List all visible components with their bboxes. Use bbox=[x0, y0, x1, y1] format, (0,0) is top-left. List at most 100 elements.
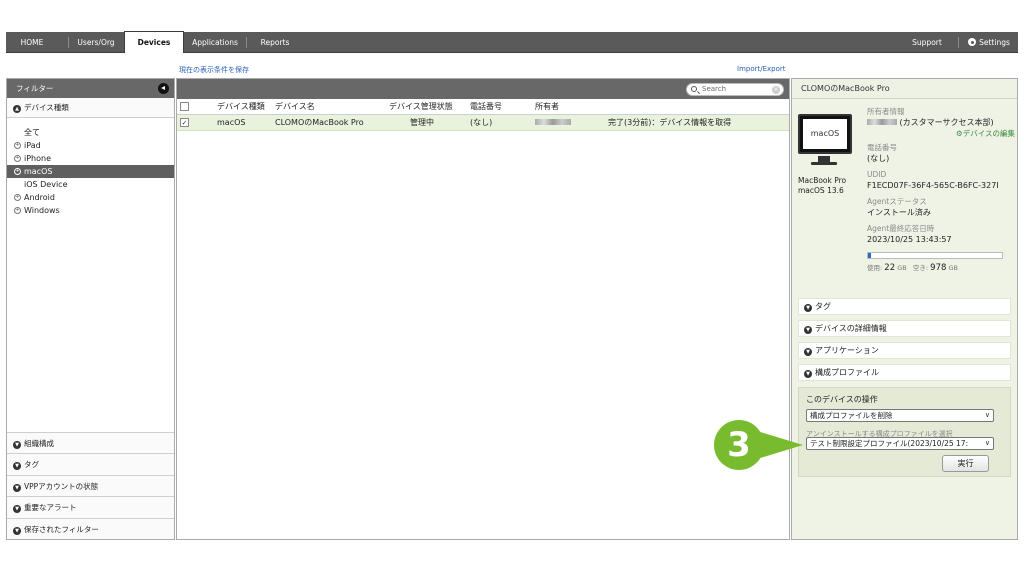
section-label: 保存されたフィルター bbox=[24, 524, 99, 534]
top-nav: HOME Users/Org Devices Applications Repo… bbox=[6, 31, 1018, 53]
chevron-up-icon: ▲ bbox=[13, 105, 21, 113]
gear-icon bbox=[968, 38, 977, 46]
device-type-label: Android bbox=[24, 193, 55, 202]
accordion-config-profiles[interactable]: ▼ 構成プロファイル bbox=[798, 364, 1011, 381]
section-saved-filters[interactable]: ▼ 保存されたフィルター bbox=[7, 517, 174, 539]
nav-settings[interactable]: Settings bbox=[964, 32, 1014, 53]
monitor-icon: macOS bbox=[798, 114, 852, 154]
accordion-device-details[interactable]: ▼ デバイスの詳細情報 bbox=[798, 320, 1011, 337]
section-label: 重要なアラート bbox=[24, 503, 77, 512]
device-type-label: Windows bbox=[24, 206, 60, 215]
edit-device-link[interactable]: ⚙デバイスの編集 bbox=[867, 128, 1015, 140]
chevron-down-icon: ∨ bbox=[984, 439, 990, 447]
action-select-value: 構成プロファイルを削除 bbox=[810, 411, 893, 420]
used-value: 22 bbox=[884, 263, 896, 273]
section-vpp[interactable]: ▼ VPPアカウントの状態 bbox=[7, 474, 174, 496]
column-owner[interactable]: 所有者 bbox=[535, 99, 559, 115]
device-operations: このデバイスの操作 構成プロファイルを削除 ∨ アンインストールする構成プロファイ… bbox=[798, 387, 1011, 477]
profile-select[interactable]: テスト制限設定プロファイル(2023/10/25 17: ∨ bbox=[806, 437, 994, 450]
section-org[interactable]: ▼ 組織構成 bbox=[7, 431, 174, 453]
storage-usage: 使用: 22 GB 空き: 978 GB bbox=[867, 262, 1015, 273]
list-toolbar: Search × bbox=[177, 79, 789, 99]
nav-devices[interactable]: Devices bbox=[124, 31, 184, 53]
chevron-down-icon: ▼ bbox=[804, 348, 812, 356]
accordion-label: 構成プロファイル bbox=[815, 368, 879, 377]
expand-icon: + bbox=[14, 142, 21, 149]
accordion-tags[interactable]: ▼ タグ bbox=[798, 298, 1011, 315]
nav-separator bbox=[246, 37, 247, 48]
owner-dept: (カスタマーサクセス本部) bbox=[899, 118, 994, 127]
expand-icon: + bbox=[14, 155, 21, 162]
table-row[interactable]: ✓ macOS CLOMOのMacBook Pro 管理中 (なし) 完了(3分… bbox=[177, 115, 789, 131]
execute-button[interactable]: 実行 bbox=[942, 455, 989, 472]
free-value: 978 bbox=[930, 263, 947, 273]
column-phone[interactable]: 電話番号 bbox=[470, 99, 502, 115]
os-version: macOS 13.6 bbox=[798, 186, 844, 195]
edit-device-label: デバイスの編集 bbox=[962, 129, 1015, 138]
nav-applications[interactable]: Applications bbox=[186, 32, 244, 53]
collapse-panel-icon[interactable] bbox=[158, 83, 169, 94]
device-type-tree: 全て + iPad + iPhone + macOS iOS Device + Andr… bbox=[7, 118, 174, 217]
clear-search-icon[interactable]: × bbox=[772, 86, 780, 94]
row-checkbox[interactable]: ✓ bbox=[180, 118, 189, 127]
search-input[interactable]: Search × bbox=[686, 83, 784, 96]
device-type-ipad[interactable]: + iPad bbox=[7, 139, 174, 152]
cell-device-type: macOS bbox=[217, 118, 246, 127]
used-label: 使用: bbox=[867, 264, 883, 272]
chevron-down-icon: ▼ bbox=[13, 505, 21, 513]
chevron-down-icon: ▼ bbox=[13, 440, 21, 449]
chevron-down-icon: ▼ bbox=[804, 326, 812, 334]
column-device-type[interactable]: デバイス種類 bbox=[217, 99, 265, 115]
nav-home[interactable]: HOME bbox=[6, 32, 58, 53]
column-management-state[interactable]: デバイス管理状態 bbox=[389, 99, 453, 115]
expand-icon: + bbox=[14, 194, 21, 201]
free-label: 空き: bbox=[912, 264, 929, 272]
device-type-windows[interactable]: + Windows bbox=[7, 204, 174, 217]
expand-icon: + bbox=[14, 168, 21, 175]
profile-select-value: テスト制限設定プロファイル(2023/10/25 17: bbox=[810, 439, 969, 448]
accordion-label: デバイスの詳細情報 bbox=[815, 324, 887, 333]
owner-value: (カスタマーサクセス本部) bbox=[867, 117, 1015, 128]
device-icon-label: macOS bbox=[803, 119, 847, 149]
chevron-down-icon: ∨ bbox=[984, 411, 990, 419]
import-export-link[interactable]: Import/Export bbox=[737, 65, 786, 73]
expand-icon: + bbox=[14, 207, 21, 214]
agent-status-value: インストール済み bbox=[867, 208, 931, 217]
nav-settings-label: Settings bbox=[979, 38, 1010, 47]
accordion-applications[interactable]: ▼ アプリケーション bbox=[798, 342, 1011, 359]
device-type-all[interactable]: 全て bbox=[7, 126, 174, 139]
device-type-section[interactable]: ▲ デバイス種類 bbox=[7, 98, 174, 118]
chevron-down-icon: ▼ bbox=[13, 526, 21, 535]
section-label: 組織構成 bbox=[24, 438, 54, 448]
device-type-iphone[interactable]: + iPhone bbox=[7, 152, 174, 165]
device-model: MacBook Pro macOS 13.6 bbox=[798, 176, 846, 196]
column-device-name[interactable]: デバイス名 bbox=[275, 99, 315, 115]
device-type-label: macOS bbox=[24, 167, 53, 176]
app-root: HOME Users/Org Devices Applications Repo… bbox=[0, 0, 1024, 576]
device-type-macos[interactable]: + macOS bbox=[7, 165, 174, 178]
section-alerts[interactable]: ▼ 重要なアラート bbox=[7, 496, 174, 518]
table-header: デバイス種類 デバイス名 デバイス管理状態 電話番号 所有者 bbox=[177, 99, 789, 115]
device-info: 所有者情報 (カスタマーサクセス本部) ⚙デバイスの編集 電話番号 (なし) U… bbox=[867, 107, 1015, 273]
section-tag[interactable]: ▼ タグ bbox=[7, 453, 174, 475]
cell-management-state: 管理中 bbox=[410, 118, 434, 127]
detail-title: CLOMOのMacBook Pro bbox=[792, 79, 1017, 99]
cell-device-name[interactable]: CLOMOのMacBook Pro bbox=[275, 115, 364, 131]
phone-label: 電話番号 bbox=[867, 143, 897, 152]
nav-reports[interactable]: Reports bbox=[248, 32, 302, 53]
nav-separator bbox=[958, 37, 959, 48]
action-select[interactable]: 構成プロファイルを削除 ∨ bbox=[806, 409, 994, 422]
device-list-panel: Search × デバイス種類 デバイス名 デバイス管理状態 電話番号 所有者 … bbox=[176, 78, 790, 540]
select-all-checkbox[interactable] bbox=[180, 102, 189, 111]
phone-value: (なし) bbox=[867, 154, 890, 163]
nav-users-org[interactable]: Users/Org bbox=[68, 32, 124, 53]
chevron-down-icon: ▼ bbox=[13, 483, 21, 492]
cell-owner bbox=[535, 115, 571, 131]
device-type-ios-device[interactable]: iOS Device bbox=[7, 178, 174, 191]
free-unit: GB bbox=[948, 264, 958, 272]
accordion-label: アプリケーション bbox=[815, 346, 879, 355]
save-filter-link[interactable]: 現在の表示条件を保存 bbox=[179, 65, 249, 75]
device-type-android[interactable]: + Android bbox=[7, 191, 174, 204]
udid-label: UDID bbox=[867, 170, 887, 179]
nav-support[interactable]: Support bbox=[904, 32, 950, 53]
